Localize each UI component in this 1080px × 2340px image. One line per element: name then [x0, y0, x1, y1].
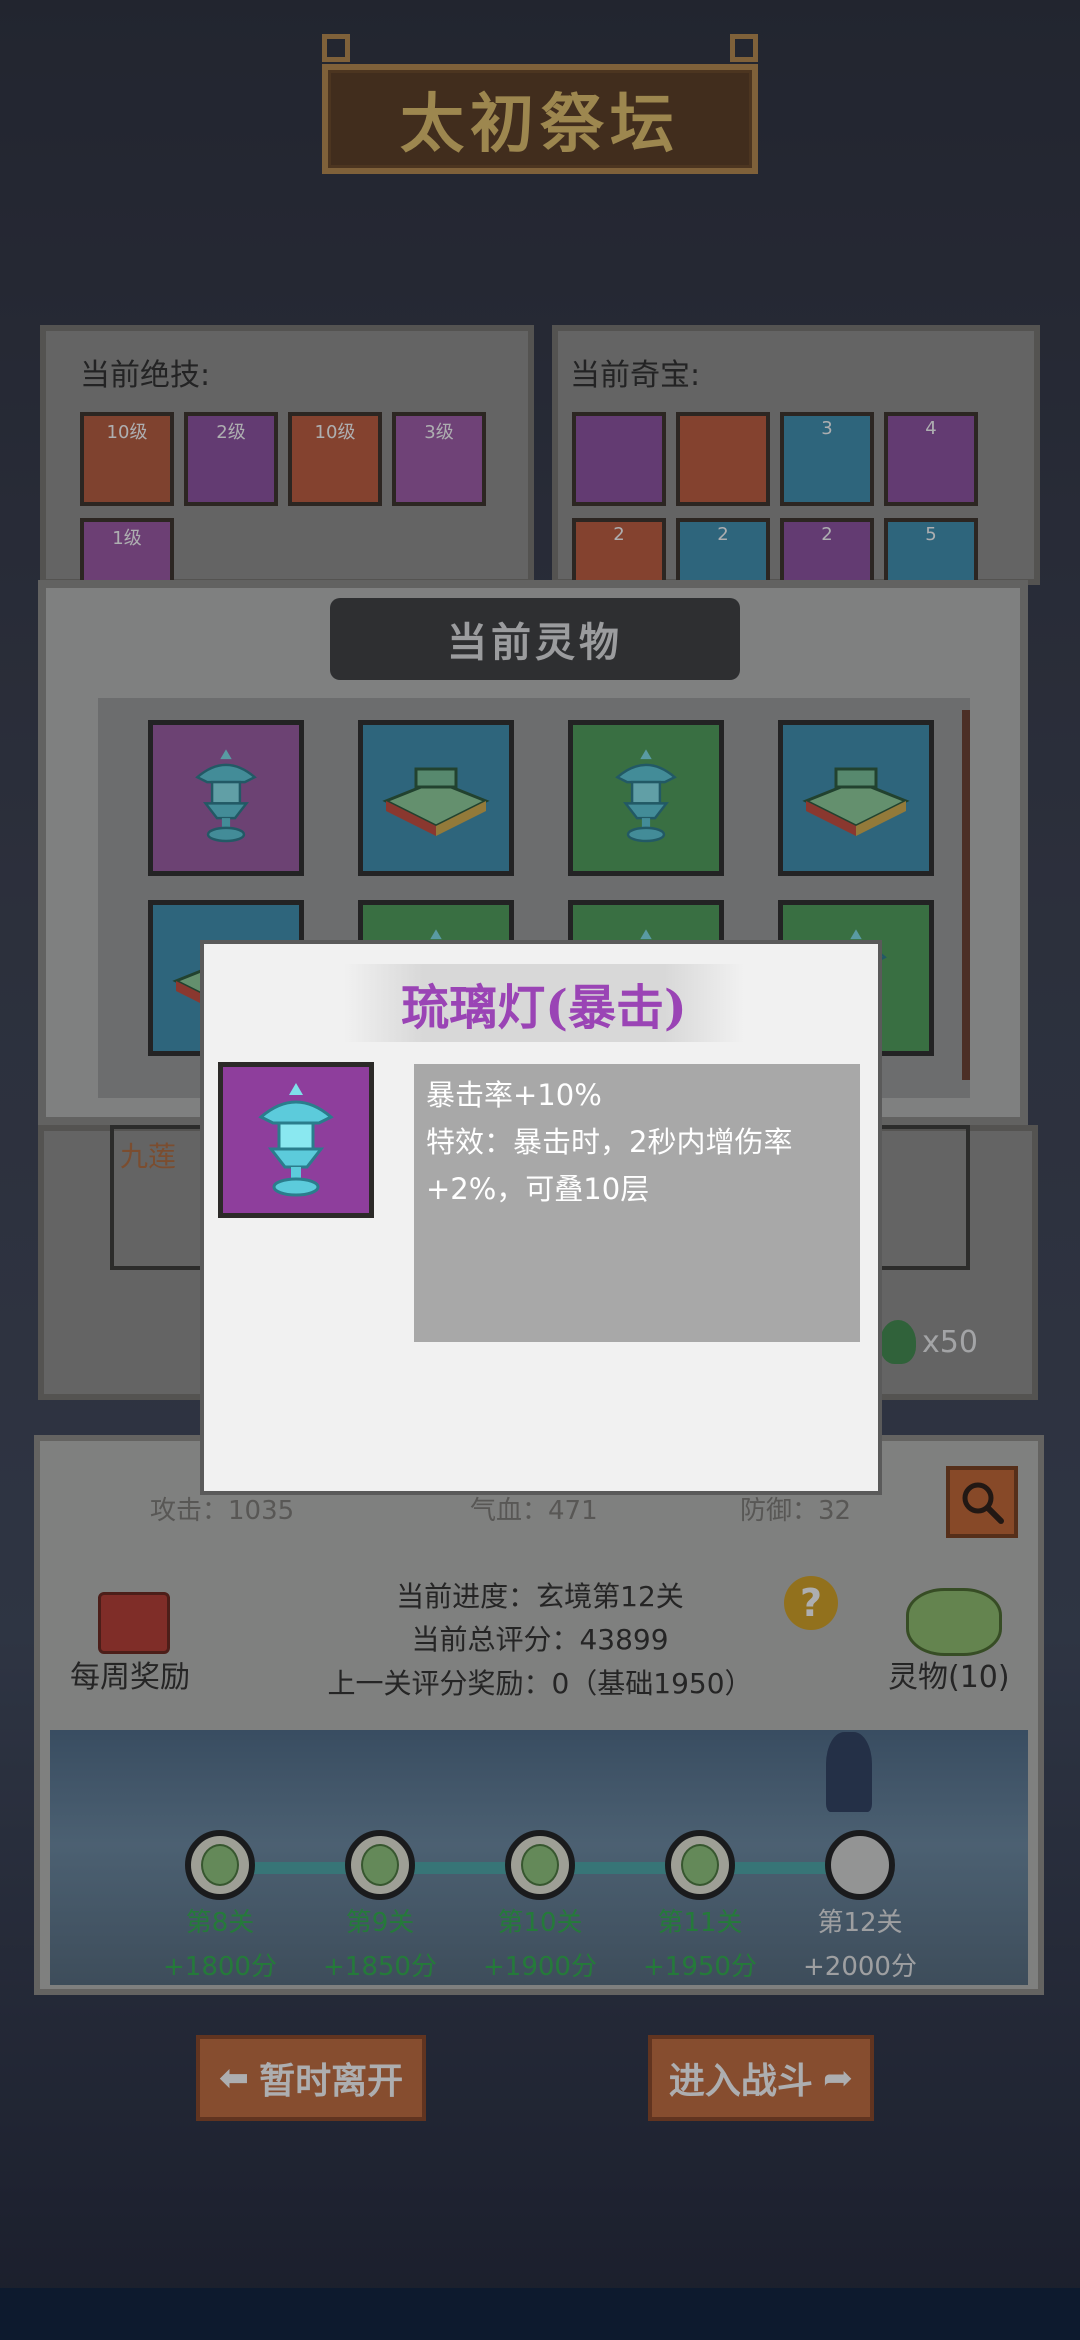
stage-name: 第9关: [345, 1908, 415, 1938]
completed-egg-icon: [521, 1844, 559, 1886]
stage-name: 第11关: [657, 1908, 743, 1938]
treasure-count: 2: [821, 524, 833, 545]
tooltip-line: +2%，可叠10层: [426, 1172, 650, 1206]
stage-score: +1950分: [643, 1952, 757, 1982]
system-nav-bar: [0, 2288, 1080, 2340]
treasure-count: 2: [613, 524, 625, 545]
leave-button-label: 暂时离开: [259, 2061, 404, 2102]
enter-battle-label: 进入战斗: [668, 2061, 813, 2102]
stage-score: +2000分: [803, 1952, 917, 1982]
help-icon[interactable]: ?: [784, 1576, 838, 1630]
current-spirits-title: 当前灵物: [447, 619, 623, 666]
skill-level: 10级: [106, 422, 148, 443]
tooltip-title: 琉璃灯(暴击): [401, 980, 687, 1036]
completed-egg-icon: [201, 1844, 239, 1886]
scroll-icon: [796, 751, 916, 845]
search-button[interactable]: [946, 1466, 1018, 1538]
skill-level: 1级: [112, 528, 142, 549]
stage-score: +1850分: [323, 1952, 437, 1982]
lamp-icon: [181, 741, 271, 855]
skill-slot[interactable]: 10级: [80, 412, 174, 506]
stage-node[interactable]: [505, 1830, 575, 1900]
search-icon: [962, 1482, 1004, 1524]
stage-name: 第10关: [497, 1908, 583, 1938]
spirit-item[interactable]: [358, 720, 514, 876]
stage-score: +1900分: [483, 1952, 597, 1982]
spirit-item[interactable]: [778, 720, 934, 876]
treasure-count: 5: [925, 524, 937, 545]
boss-figure-icon: [826, 1732, 872, 1812]
stage-score: +1800分: [163, 1952, 277, 1982]
treasure-slot[interactable]: 4: [884, 412, 978, 506]
tooltip-line: 特效：暴击时，2秒内增伤率: [426, 1125, 793, 1159]
tooltip-line: 暴击率+10%: [426, 1078, 602, 1112]
spirit-creature-icon[interactable]: [906, 1588, 1002, 1656]
skill-slot[interactable]: 10级: [288, 412, 382, 506]
skill-slot[interactable]: 2级: [184, 412, 278, 506]
treasure-count: 3: [821, 418, 833, 439]
hp-stat: 气血：471: [470, 1496, 598, 1526]
skill-slot[interactable]: 3级: [392, 412, 486, 506]
plaque-ornament: [322, 34, 350, 62]
defense-stat: 防御：32: [740, 1496, 852, 1526]
stage-node[interactable]: [345, 1830, 415, 1900]
tooltip-item-icon: [218, 1062, 374, 1218]
title-plaque: 太初祭坛: [322, 64, 758, 174]
treasure-slot[interactable]: [572, 412, 666, 506]
skill-level: 10级: [314, 422, 356, 443]
treasure-slot[interactable]: [676, 412, 770, 506]
treasure-count: 4: [925, 418, 937, 439]
lamp-icon: [258, 1083, 334, 1197]
attack-stat: 攻击：1035: [150, 1496, 295, 1526]
scroll-icon: [376, 751, 496, 845]
spirits-link[interactable]: 灵物(10): [888, 1652, 1010, 1696]
completed-egg-icon: [681, 1844, 719, 1886]
completed-egg-icon: [361, 1844, 399, 1886]
jade-icon: [880, 1320, 916, 1364]
item-tooltip: 琉璃灯(暴击) 暴击率+10% 特效：暴击时，2秒内增伤率 +2%，可叠10层: [200, 940, 882, 1495]
plaque-ornament: [730, 34, 758, 62]
jade-count: x50: [922, 1325, 978, 1360]
spirit-item[interactable]: [148, 720, 304, 876]
forward-arrow-icon: ➦: [822, 2057, 854, 2099]
tooltip-description: 暴击率+10% 特效：暴击时，2秒内增伤率 +2%，可叠10层: [414, 1064, 860, 1342]
back-arrow-icon: ⬅: [218, 2057, 250, 2099]
leave-button[interactable]: ⬅ 暂时离开: [196, 2035, 426, 2121]
enter-battle-button[interactable]: 进入战斗 ➦: [648, 2035, 874, 2121]
tooltip-title-banner: 琉璃灯(暴击): [344, 964, 744, 1042]
current-spirits-header: 当前灵物: [330, 598, 740, 680]
stage-name: 第12关: [817, 1908, 903, 1938]
skill-level: 2级: [216, 422, 246, 443]
lamp-icon: [601, 741, 691, 855]
spirit-grid-scrollbar[interactable]: [962, 710, 970, 1080]
spirit-item[interactable]: [568, 720, 724, 876]
stage-name: 第8关: [185, 1908, 255, 1938]
stage-node[interactable]: [665, 1830, 735, 1900]
stage-node[interactable]: [185, 1830, 255, 1900]
treasures-label: 当前奇宝:: [570, 358, 701, 393]
page-title: 太初祭坛: [400, 87, 680, 162]
stage-node[interactable]: [825, 1830, 895, 1900]
treasure-count: 2: [717, 524, 729, 545]
skill-level: 3级: [424, 422, 454, 443]
skills-label: 当前绝技:: [80, 358, 211, 393]
treasure-slot[interactable]: 3: [780, 412, 874, 506]
